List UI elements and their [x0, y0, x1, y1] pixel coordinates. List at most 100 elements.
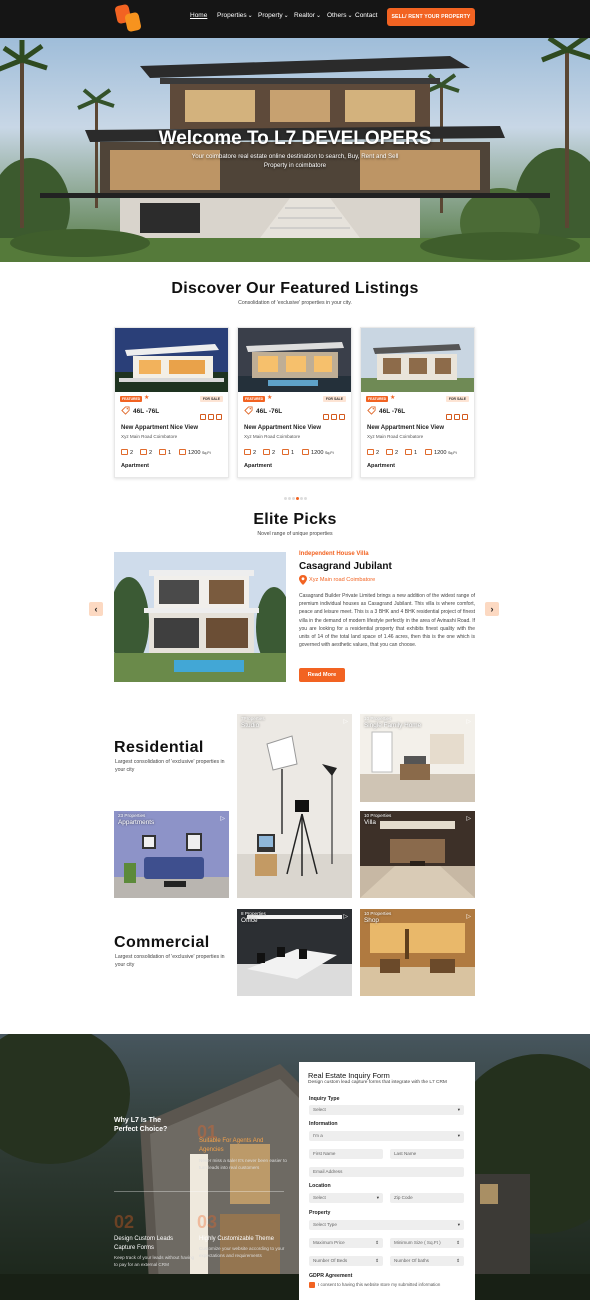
beds-value: 2: [130, 450, 134, 456]
gdpr-label: GDPR Agreement: [309, 1273, 353, 1279]
hero-house-illustration: [0, 38, 590, 262]
category-tile-villa[interactable]: 10 Properties Villa ▷: [360, 811, 475, 898]
elite-category: Independent House Villa: [299, 551, 369, 557]
nav-properties[interactable]: Properties⌄: [217, 12, 253, 19]
category-tile-shop[interactable]: 10 Properties Shop ▷: [360, 909, 475, 996]
dropdown-caret-icon: ▾: [457, 1107, 460, 1112]
information-select[interactable]: I'm a ▾: [309, 1131, 464, 1141]
form-title: Real Estate Inquiry Form: [308, 1071, 390, 1080]
listing-card[interactable]: FEATURED ★ FOR SALE 46L -76L New Appartm…: [237, 327, 352, 478]
status-badge: FOR SALE: [199, 396, 223, 402]
heart-icon[interactable]: [208, 414, 214, 420]
inquiry-type-select[interactable]: Select ▾: [309, 1105, 464, 1115]
hero-title: Welcome To L7 DEVELOPERS: [158, 128, 432, 149]
villa-photo: [360, 811, 475, 898]
category-tile-studio[interactable]: 7Properties Studio ▷: [237, 714, 352, 898]
bed-icon: [367, 449, 374, 455]
nav-others-label: Others: [327, 12, 347, 19]
read-more-button[interactable]: Read More: [299, 668, 345, 682]
first-name-field[interactable]: First Name: [309, 1149, 383, 1159]
area-unit: Sq.Ft: [448, 451, 457, 455]
arrow-right-icon: ▷: [343, 914, 348, 920]
prev-arrow-icon[interactable]: ‹: [89, 602, 103, 616]
area-feature: 1200 Sq.Ft: [179, 449, 211, 456]
tile-count: 10 Properties: [364, 813, 392, 818]
location-select[interactable]: Select ▾: [309, 1193, 383, 1203]
residential-title: Residential: [114, 739, 204, 756]
area-unit: Sq.Ft: [325, 451, 334, 455]
chevron-down-icon: ⌄: [283, 13, 289, 19]
expand-icon[interactable]: [200, 414, 206, 420]
featured-badge: FEATURED: [120, 396, 143, 402]
garage-icon: [282, 449, 289, 455]
compare-icon[interactable]: [216, 414, 222, 420]
location-label: Location: [309, 1183, 331, 1189]
carousel-dot-active[interactable]: [296, 497, 299, 500]
nav-contact[interactable]: Contact: [355, 12, 377, 19]
listing-title[interactable]: New Appartment Nice View: [244, 425, 321, 431]
nav-others[interactable]: Others⌄: [327, 12, 353, 19]
nav-home[interactable]: Home: [190, 12, 207, 19]
zip-code-field[interactable]: Zip Code: [390, 1193, 464, 1203]
beds-field[interactable]: Number Of Beds ⇕: [309, 1256, 383, 1266]
expand-icon[interactable]: [446, 414, 452, 420]
inquiry-type-label: Inquiry Type: [309, 1096, 340, 1102]
star-icon: ★: [390, 395, 396, 401]
bed-icon: [121, 449, 128, 455]
heart-icon[interactable]: [331, 414, 337, 420]
tile-name: Appartments: [118, 819, 155, 826]
carousel-dot[interactable]: [288, 497, 291, 500]
area-feature: 1200 Sq.Ft: [425, 449, 457, 456]
star-icon: ★: [267, 395, 273, 401]
carousel-dot[interactable]: [292, 497, 295, 500]
property-type-select[interactable]: Select Type ▾: [309, 1220, 464, 1230]
listing-card[interactable]: FEATURED ★ FOR SALE 46L -76L New Appartm…: [114, 327, 229, 478]
listing-price: 46L -76L: [133, 408, 160, 415]
category-tile-appartments[interactable]: 23 Properties Appartments ▷: [114, 811, 229, 898]
category-tile-office[interactable]: 8 Properties Office ▷: [237, 909, 352, 996]
commercial-title: Commercial: [114, 934, 210, 951]
stepper-icon: ⇕: [456, 1258, 460, 1263]
garage-feature: 1: [405, 449, 417, 456]
elite-title: Elite Picks: [253, 511, 337, 528]
email-field[interactable]: Email Address: [309, 1167, 464, 1177]
information-value: I'm a: [313, 1133, 323, 1138]
location-pin-icon: [299, 575, 307, 585]
listing-title[interactable]: New Appartment Nice View: [121, 425, 198, 431]
max-price-placeholder: Maximum Price: [313, 1240, 345, 1245]
carousel-dot[interactable]: [284, 497, 287, 500]
brand-logo[interactable]: [114, 4, 144, 34]
listing-title[interactable]: New Appartment Nice View: [367, 425, 444, 431]
baths-field[interactable]: Number Of baths ⇕: [390, 1256, 464, 1266]
max-price-field[interactable]: Maximum Price ⇕: [309, 1238, 383, 1248]
chevron-down-icon: ⌄: [247, 13, 253, 19]
listing-price: 46L -76L: [379, 408, 406, 415]
garage-icon: [159, 449, 166, 455]
compare-icon[interactable]: [339, 414, 345, 420]
area-icon: [179, 449, 186, 455]
nav-property[interactable]: Property⌄: [258, 12, 289, 19]
category-tile-single-family-home[interactable]: 10 Properties Single Family Home ▷: [360, 714, 475, 802]
next-arrow-icon[interactable]: ›: [485, 602, 499, 616]
elite-name[interactable]: Casagrand Jubilant: [299, 561, 392, 572]
sell-rent-button[interactable]: SELL/ RENT YOUR PROPERTY: [387, 8, 475, 26]
elite-subtitle: Novel range of unique properties: [257, 531, 333, 537]
why-title: Why L7 Is The Perfect Choice?: [114, 1117, 168, 1133]
gdpr-checkbox[interactable]: [309, 1282, 315, 1288]
area-unit: Sq.Ft: [202, 451, 211, 455]
nav-property-label: Property: [258, 12, 283, 19]
last-name-field[interactable]: Last Name: [390, 1149, 464, 1159]
carousel-dot[interactable]: [300, 497, 303, 500]
top-navbar: Home Properties⌄ Property⌄ Realtor⌄ Othe…: [0, 0, 590, 38]
carousel-dot[interactable]: [304, 497, 307, 500]
compare-icon[interactable]: [462, 414, 468, 420]
commercial-subtitle: Largest consolidation of 'exclusive' pro…: [115, 954, 225, 968]
nav-realtor[interactable]: Realtor⌄: [294, 12, 321, 19]
expand-icon[interactable]: [323, 414, 329, 420]
tile-count: 7Properties: [241, 716, 265, 721]
listing-card[interactable]: FEATURED ★ FOR SALE 46L -76L New Appartm…: [360, 327, 475, 478]
garage-value: 1: [291, 450, 295, 456]
area-value: 1200: [434, 450, 447, 456]
min-size-field[interactable]: Minimum Size ( Sq.Ft ) ⇕: [390, 1238, 464, 1248]
heart-icon[interactable]: [454, 414, 460, 420]
